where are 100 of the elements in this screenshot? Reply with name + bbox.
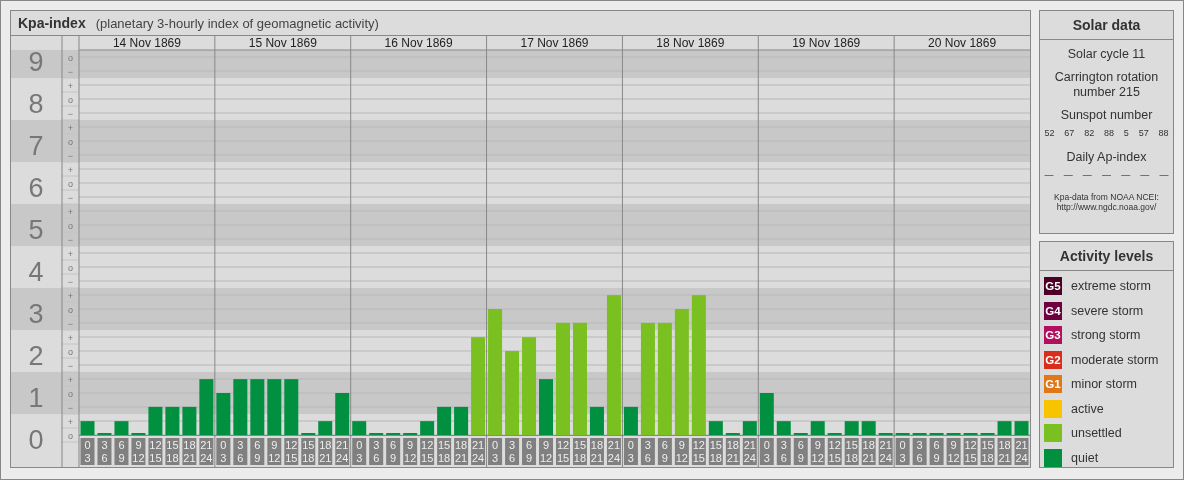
ap-index-value: — bbox=[1063, 170, 1073, 180]
time-slot-label: 18 21 bbox=[182, 438, 197, 465]
time-slot-label: 0 3 bbox=[216, 438, 231, 465]
kp-bar bbox=[335, 393, 350, 435]
ap-index-value: — bbox=[1121, 170, 1131, 180]
sunspot-value: 57 bbox=[1138, 128, 1149, 138]
axis-label: 2 bbox=[28, 341, 44, 371]
kp-bar bbox=[114, 421, 129, 435]
storm-level-badge: G5 bbox=[1044, 277, 1062, 295]
tick-label: − bbox=[67, 402, 74, 413]
time-slot-label: 21 24 bbox=[471, 438, 486, 465]
time-slot-label: 3 6 bbox=[505, 438, 520, 465]
date-label: 16 Nov 1869 bbox=[384, 36, 453, 50]
kp-bar bbox=[776, 421, 791, 435]
tick-label: − bbox=[67, 276, 74, 287]
time-slot-label: 12 15 bbox=[148, 438, 163, 465]
level-label: active bbox=[1071, 401, 1104, 416]
kp-bar bbox=[216, 393, 231, 435]
kp-bar bbox=[199, 379, 214, 435]
time-slot-label: 3 6 bbox=[369, 438, 384, 465]
time-slot-label: 12 15 bbox=[556, 438, 570, 465]
kp-bar bbox=[233, 379, 248, 435]
date-label: 20 Nov 1869 bbox=[928, 36, 997, 50]
axis-label: 5 bbox=[28, 215, 44, 245]
kp-bar bbox=[708, 421, 723, 435]
tick-label: + bbox=[67, 164, 74, 175]
solar-cycle-text: Solar cycle 11 bbox=[1066, 47, 1147, 62]
sunspot-label: Sunspot number bbox=[1059, 108, 1154, 123]
chart-subtitle: (planetary 3-hourly index of geomagnetic activity) bbox=[95, 15, 379, 31]
kp-bar bbox=[267, 379, 282, 435]
x-tick-label: 0 3 bbox=[899, 439, 906, 464]
x-tick-label: 0 3 bbox=[356, 439, 363, 464]
kp-bar bbox=[623, 406, 638, 435]
time-slot-label: 0 3 bbox=[352, 438, 367, 465]
kp-bar bbox=[437, 406, 452, 435]
x-tick-label: 6 9 bbox=[118, 439, 125, 464]
kp-bar bbox=[420, 421, 435, 435]
time-slot-label: 12 15 bbox=[284, 438, 299, 465]
tick-label: o bbox=[68, 346, 73, 357]
sunspot-value: 52 bbox=[1044, 128, 1055, 138]
axis-label: 1 bbox=[28, 383, 44, 413]
kp-bar bbox=[318, 421, 333, 435]
tick-label: o bbox=[68, 262, 73, 273]
axis-label: 3 bbox=[28, 299, 44, 329]
storm-level-badge: G3 bbox=[1044, 326, 1062, 344]
chart-title: Kpa-index bbox=[18, 15, 86, 31]
x-tick-label: 3 6 bbox=[508, 439, 516, 464]
kp-bar bbox=[1014, 421, 1029, 435]
storm-level-badge: G4 bbox=[1044, 301, 1062, 320]
x-tick-label: 0 3 bbox=[84, 439, 91, 464]
source-text: Kpa-data from NOAA NCEI: bbox=[1054, 192, 1159, 202]
tick-label: − bbox=[67, 192, 74, 203]
ap-index-value: — bbox=[1140, 170, 1150, 180]
tick-label: o bbox=[68, 304, 73, 315]
time-slot-label: 9 12 bbox=[403, 438, 418, 465]
time-slot-label: 15 18 bbox=[437, 438, 452, 465]
kp-bar bbox=[250, 379, 265, 435]
tick-label: − bbox=[67, 150, 74, 161]
date-label: 17 Nov 1869 bbox=[520, 36, 589, 50]
x-tick-label: 3 6 bbox=[101, 439, 108, 464]
level-label: minor storm bbox=[1071, 377, 1137, 391]
storm-level-badge: G1 bbox=[1044, 375, 1062, 393]
x-tick-label: 3 6 bbox=[373, 439, 380, 464]
carrington-rotation-text: Carrington rotation number 215 bbox=[1053, 70, 1160, 100]
x-tick-label: 3 6 bbox=[780, 439, 787, 464]
tick-label: o bbox=[68, 220, 73, 231]
tick-label: + bbox=[67, 416, 74, 427]
time-slot-label: 15 18 bbox=[165, 438, 180, 465]
date-label: 14 Nov 1869 bbox=[112, 36, 181, 50]
time-slot-label: 18 21 bbox=[454, 438, 469, 465]
tick-label: − bbox=[67, 234, 74, 245]
level-label: moderate storm bbox=[1071, 352, 1159, 367]
kp-bar bbox=[352, 421, 367, 435]
kp-bar bbox=[182, 406, 197, 435]
tick-label: + bbox=[67, 290, 74, 301]
x-tick-label: 6 9 bbox=[390, 439, 397, 464]
time-slot-label: 12 15 bbox=[420, 438, 435, 465]
axis-label: 4 bbox=[28, 257, 44, 287]
tick-label: − bbox=[67, 318, 74, 329]
time-slot-label: 21 24 bbox=[199, 438, 214, 465]
kp-bar bbox=[148, 406, 163, 435]
panel-title: Solar data bbox=[1040, 11, 1173, 40]
tick-label: − bbox=[67, 108, 74, 119]
x-tick-label: 6 9 bbox=[933, 439, 940, 464]
x-tick-label: 6 9 bbox=[797, 439, 804, 464]
sunspot-value: 82 bbox=[1084, 128, 1095, 138]
level-label: unsettled bbox=[1071, 426, 1122, 440]
tick-label: o bbox=[68, 136, 73, 147]
time-slot-label: 21 24 bbox=[335, 438, 350, 465]
x-tick-label: 0 3 bbox=[220, 439, 227, 464]
tick-label: o bbox=[68, 94, 73, 105]
date-label: 15 Nov 1869 bbox=[248, 36, 317, 50]
level-label: severe storm bbox=[1071, 303, 1144, 318]
kp-bar bbox=[80, 421, 95, 435]
kp-bar bbox=[759, 393, 774, 435]
time-slot-label: 9 12 bbox=[539, 438, 553, 465]
date-label: 18 Nov 1869 bbox=[656, 36, 725, 50]
ap-index-value: — bbox=[1101, 170, 1111, 180]
kp-bar bbox=[284, 379, 299, 435]
time-slot-label: 6 9 bbox=[114, 438, 129, 465]
